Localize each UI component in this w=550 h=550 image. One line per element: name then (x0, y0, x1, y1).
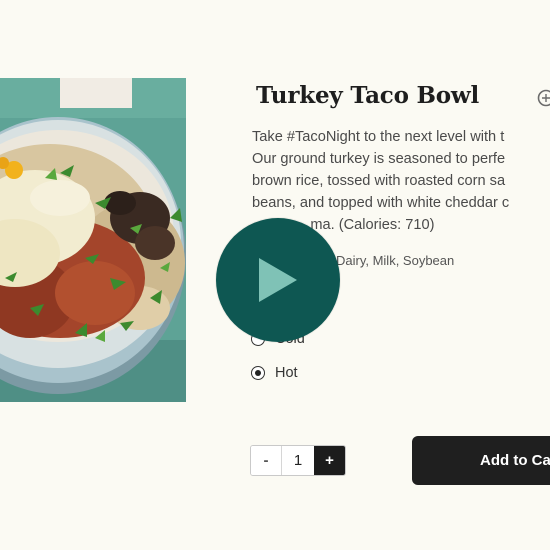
quantity-decrease-button[interactable]: - (251, 446, 282, 475)
quantity-value[interactable]: 1 (282, 446, 314, 475)
quantity-increase-button[interactable]: + (314, 446, 345, 475)
description-line: Take #TacoNight to the next level with t (252, 129, 505, 145)
allergens-text: Dairy, Milk, Soybean (336, 253, 455, 268)
taco-bowl-image (0, 78, 186, 402)
product-photo (0, 78, 186, 402)
description-line: brown rice, tossed with roasted corn sa (252, 173, 506, 189)
temperature-option-hot[interactable]: Hot (251, 363, 298, 383)
video-play-button[interactable] (216, 218, 340, 342)
quantity-stepper: - 1 + (250, 445, 346, 476)
product-title: Turkey Taco Bowl (256, 82, 480, 109)
add-to-cart-button[interactable]: Add to Cart (412, 436, 550, 485)
add-to-cart-label: Add to Cart (480, 452, 550, 469)
description-line: beans, and topped with white cheddar c (252, 195, 510, 211)
share-icon[interactable] (536, 88, 550, 108)
hot-radio[interactable] (251, 366, 265, 380)
product-description: Take #TacoNight to the next level with t… (252, 126, 550, 236)
share-icon-graphic (537, 89, 550, 107)
hot-label: Hot (275, 365, 298, 381)
description-line: Our ground turkey is seasoned to perfe (252, 151, 506, 167)
play-icon (259, 258, 297, 302)
